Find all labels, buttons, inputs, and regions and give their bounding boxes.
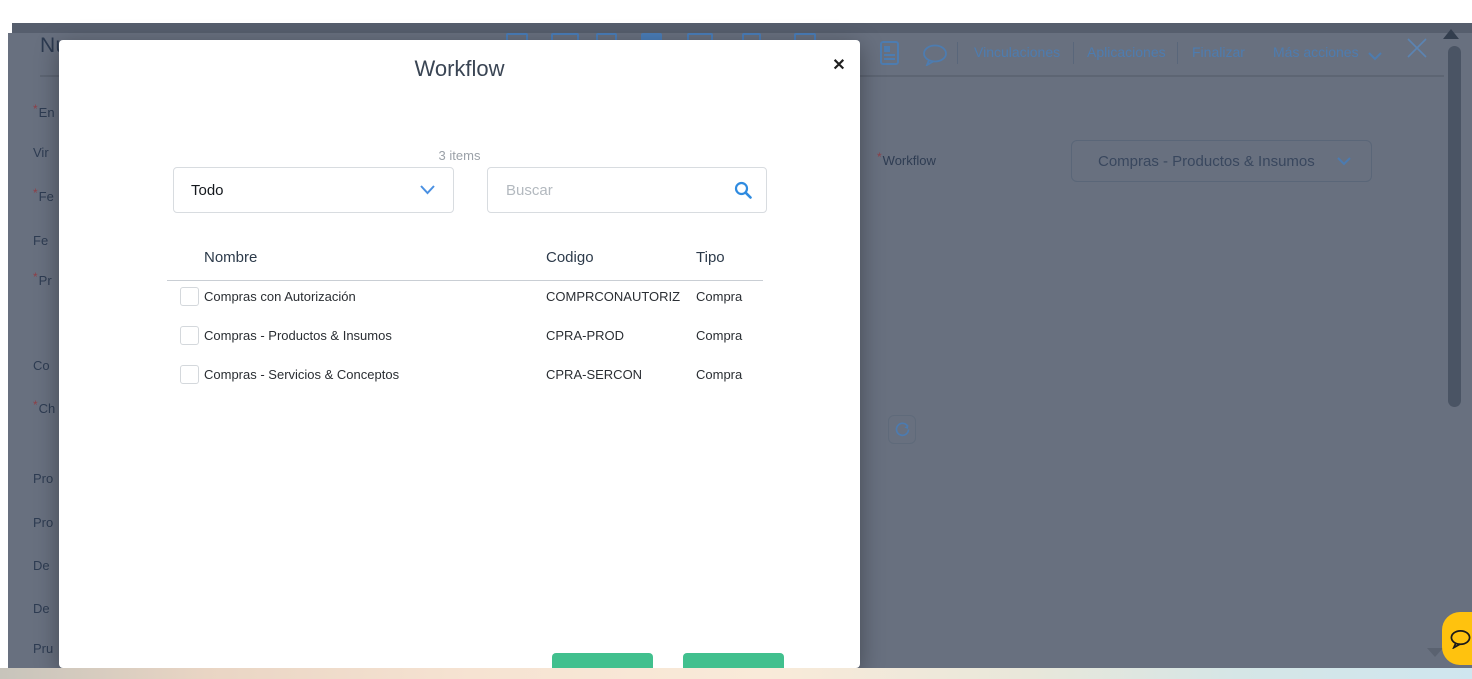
cell-nombre: Compras - Servicios & Conceptos [204, 367, 400, 382]
scroll-down-icon[interactable] [1427, 648, 1443, 657]
form-label: Fe [33, 233, 49, 248]
refresh-button[interactable] [888, 415, 916, 444]
form-label: De [33, 558, 50, 573]
workflow-field-label: Workflow [877, 153, 936, 168]
table-row[interactable]: Compras con Autorización COMPRCONAUTORIZ… [59, 286, 860, 312]
filter-value: Todo [191, 181, 224, 199]
comment-icon[interactable] [922, 44, 948, 71]
toolbar-separator [1073, 42, 1074, 64]
search-icon[interactable] [734, 181, 752, 199]
search-field[interactable] [487, 167, 767, 213]
form-label: Pro [33, 515, 54, 530]
workflow-modal: Workflow ✕ 3 items Todo Nombre Codigo Ti… [59, 40, 860, 668]
modal-primary-button[interactable] [552, 653, 653, 668]
close-icon[interactable] [1405, 36, 1429, 65]
form-label: Pru [33, 641, 54, 656]
link-finalizar[interactable]: Finalizar [1192, 44, 1245, 60]
chevron-down-icon [1337, 157, 1351, 166]
column-header-tipo[interactable]: Tipo [696, 249, 725, 266]
items-count: 3 items [438, 148, 481, 163]
filter-dropdown[interactable]: Todo [173, 167, 454, 213]
cell-tipo: Compra [696, 289, 743, 304]
more-actions-label: Más acciones [1273, 44, 1359, 60]
toolbar-separator [957, 42, 958, 64]
search-input[interactable] [504, 180, 734, 200]
link-aplicaciones[interactable]: Aplicaciones [1087, 44, 1166, 60]
form-label: Ch [33, 401, 56, 416]
form-label: Co [33, 358, 50, 373]
desktop-wallpaper-strip [0, 668, 1472, 679]
workflow-select[interactable]: Compras - Productos & Insumos [1071, 140, 1372, 182]
row-checkbox[interactable] [180, 326, 199, 345]
form-label: En [33, 105, 55, 120]
toolbar-icon-fragment [742, 33, 761, 40]
column-header-codigo[interactable]: Codigo [546, 249, 594, 266]
document-icon[interactable] [880, 41, 899, 70]
modal-secondary-button[interactable] [683, 653, 784, 668]
cell-tipo: Compra [696, 328, 743, 343]
row-checkbox[interactable] [180, 365, 199, 384]
refresh-icon [895, 422, 909, 437]
table-header-divider [167, 280, 763, 281]
cell-nombre: Compras con Autorización [204, 289, 356, 304]
cell-tipo: Compra [696, 367, 743, 382]
form-label: Fe [33, 189, 54, 204]
modal-close-button[interactable]: ✕ [827, 54, 851, 78]
toolbar-separator [1177, 42, 1178, 64]
chevron-down-icon [420, 185, 435, 195]
chat-bubble-icon [1450, 629, 1471, 649]
window-top-bar [12, 23, 1472, 33]
toolbar-icon-fragment [794, 33, 816, 40]
toolbar-icon-fragment [641, 33, 662, 40]
screen: Nu Vinculaciones Aplicaciones Finalizar … [0, 0, 1472, 679]
toolbar-icon-fragment [687, 33, 713, 40]
table-row[interactable]: Compras - Productos & Insumos CPRA-PROD … [59, 325, 860, 351]
scrollbar-thumb[interactable] [1448, 46, 1461, 407]
cell-nombre: Compras - Productos & Insumos [204, 328, 392, 343]
table-row[interactable]: Compras - Servicios & Conceptos CPRA-SER… [59, 364, 860, 390]
chevron-down-icon[interactable] [1368, 48, 1382, 66]
toolbar-icon-fragment [551, 33, 579, 40]
more-actions-menu[interactable]: Más acciones [1273, 44, 1359, 60]
workflow-select-value: Compras - Productos & Insumos [1098, 152, 1315, 170]
scroll-up-icon[interactable] [1443, 29, 1459, 39]
cell-codigo: CPRA-PROD [546, 328, 625, 343]
form-label: De [33, 601, 50, 616]
row-checkbox[interactable] [180, 287, 199, 306]
form-left-labels: En Vir Fe Fe Pr Co Ch Pro Pro De De Pru [33, 0, 59, 668]
modal-title: Workflow [414, 56, 505, 81]
column-header-nombre[interactable]: Nombre [204, 249, 257, 266]
cell-codigo: COMPRCONAUTORIZ [546, 289, 681, 304]
toolbar-icon-fragment [596, 33, 617, 40]
toolbar-icon-fragment [506, 33, 528, 40]
cell-codigo: CPRA-SERCON [546, 367, 643, 382]
form-label: Vir [33, 145, 49, 160]
link-vinculaciones[interactable]: Vinculaciones [974, 44, 1060, 60]
form-label: Pr [33, 273, 52, 288]
clipped-toolbar-icons [500, 33, 830, 40]
chat-widget-button[interactable] [1442, 612, 1472, 665]
form-label: Pro [33, 471, 54, 486]
